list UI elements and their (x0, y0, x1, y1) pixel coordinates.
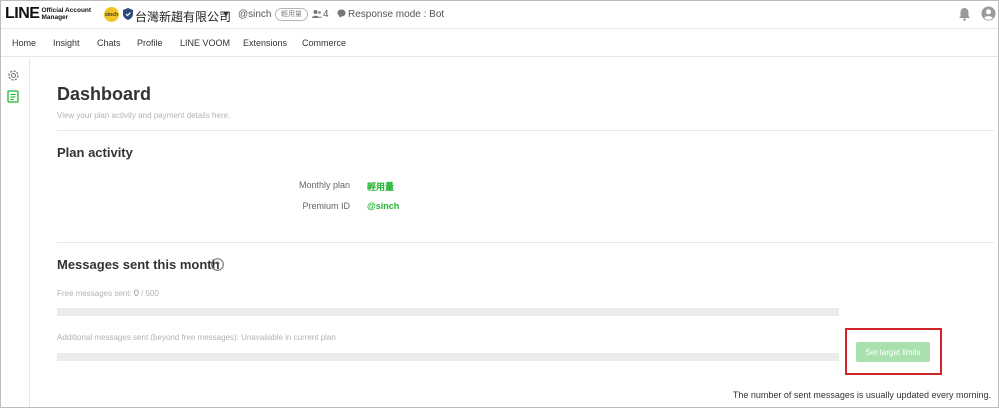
plan-badge: 輕用量 (275, 8, 308, 21)
update-footnote: The number of sent messages is usually u… (732, 390, 991, 400)
logo-sub-line1: Official Account (41, 7, 92, 14)
account-id: @sinch (238, 9, 272, 20)
account-avatar[interactable]: sinch (104, 7, 119, 22)
monthly-plan-label: Monthly plan (298, 180, 350, 190)
plan-activity-title: Plan activity (57, 145, 133, 160)
account-name[interactable]: 台灣新趨有限公司 (135, 8, 231, 25)
divider (57, 242, 994, 243)
nav-profile[interactable]: Profile (137, 38, 163, 48)
caret-down-icon[interactable]: ▼ (222, 10, 230, 19)
shield-icon (123, 8, 133, 20)
divider (57, 130, 994, 131)
free-messages-text: Free messages sent: 0 / 500 (57, 288, 159, 298)
top-bar: LINE Official Account Manager sinch 台灣新趨… (1, 1, 998, 29)
nav-line-voom[interactable]: LINE VOOM (180, 38, 230, 48)
set-target-limits-button[interactable]: Set target limits (856, 342, 930, 362)
side-rail (1, 58, 30, 407)
user-icon[interactable] (981, 6, 996, 21)
premium-id-label: Premium ID (302, 201, 350, 211)
main-nav: Home Insight Chats Profile LINE VOOM Ext… (1, 30, 998, 57)
nav-commerce[interactable]: Commerce (302, 38, 346, 48)
free-messages-progress (57, 308, 839, 316)
logo-main-text: LINE (5, 5, 40, 22)
people-icon (312, 10, 322, 18)
svg-text:?: ? (215, 260, 220, 269)
messages-sent-title: Messages sent this month (57, 257, 220, 272)
additional-messages-text: Additional messages sent (beyond free me… (57, 333, 336, 342)
account-avatar-text: sinch (104, 11, 119, 18)
free-messages-label: Free messages sent: (57, 289, 134, 298)
friends-count: 4 (323, 9, 329, 20)
logo-sub-line2: Manager (41, 14, 69, 21)
help-icon[interactable]: ? (211, 258, 224, 271)
page-subtitle: View your plan activity and payment deta… (57, 111, 231, 120)
nav-chats[interactable]: Chats (97, 38, 121, 48)
logo-sub-text: Official Account Manager (41, 7, 91, 21)
monthly-plan-value: 輕用量 (367, 182, 395, 192)
page-title: Dashboard (57, 84, 152, 104)
response-mode[interactable]: Response mode : Bot (348, 9, 444, 20)
nav-extensions[interactable]: Extensions (243, 38, 287, 48)
premium-id-value: @sinch (367, 201, 400, 211)
document-icon[interactable] (7, 90, 19, 103)
nav-insight[interactable]: Insight (53, 38, 80, 48)
line-oa-logo[interactable]: LINE Official Account Manager (5, 5, 91, 23)
gear-icon[interactable] (7, 69, 20, 82)
bell-icon[interactable] (958, 7, 971, 21)
free-messages-total: / 500 (138, 289, 159, 298)
nav-home[interactable]: Home (12, 38, 36, 48)
chat-bubble-icon (337, 9, 346, 18)
additional-messages-progress (57, 353, 839, 361)
